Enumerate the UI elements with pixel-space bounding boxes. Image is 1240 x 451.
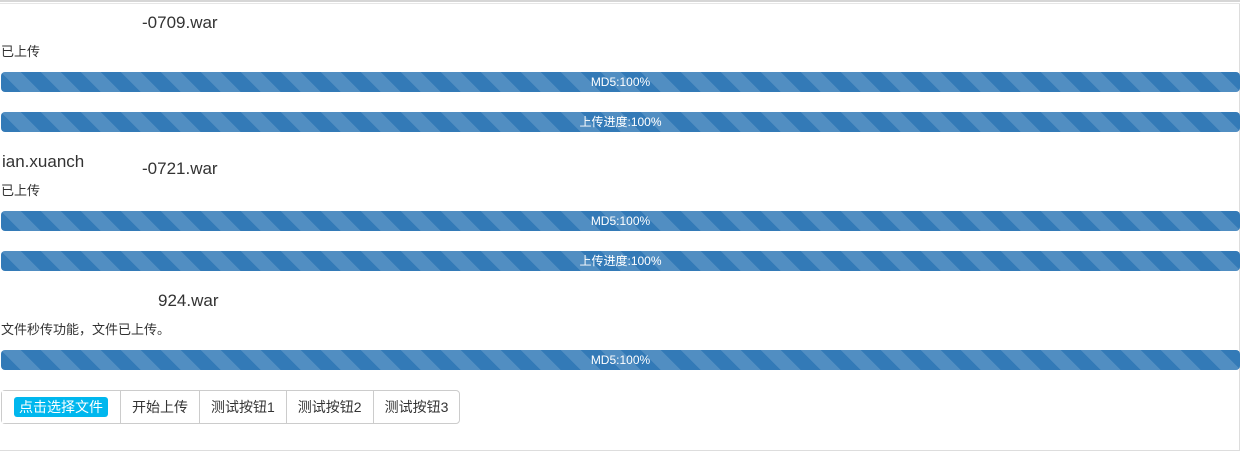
file-name-text: -0721.war (142, 159, 218, 178)
pick-file-label[interactable]: 点击选择文件 (14, 397, 108, 417)
upload-progress-label: 上传进度:100% (579, 254, 662, 268)
test-button-3[interactable]: 测试按钮3 (373, 391, 460, 423)
file-status: 已上传 (1, 44, 41, 59)
file-name: -0709.war (2, 11, 218, 35)
file-status: 已上传 (1, 183, 41, 198)
upload-progress-bar: 上传进度:100% (1, 251, 1240, 271)
upload-toolbar: 点击选择文件 开始上传 测试按钮1 测试按钮2 测试按钮3 (1, 390, 461, 424)
start-upload-button[interactable]: 开始上传 (121, 391, 200, 423)
md5-progress-bar: MD5:100% (1, 211, 1240, 231)
test-button-2[interactable]: 测试按钮2 (286, 391, 374, 423)
file-name: ian.xuanch -0721.war (2, 150, 218, 178)
md5-progress: MD5:100% (1, 72, 1240, 92)
upload-progress: 上传进度:100% (1, 251, 1240, 271)
upload-progress-label: 上传进度:100% (579, 115, 662, 129)
file-name-prefix: ian.xuanch (2, 152, 85, 171)
md5-progress-label: MD5:100% (590, 214, 651, 228)
md5-progress-bar: MD5:100% (1, 72, 1240, 92)
test-button-1[interactable]: 测试按钮1 (200, 391, 287, 423)
md5-progress: MD5:100% (1, 211, 1240, 231)
redacted-filename-prefix (2, 16, 142, 31)
file-status: 文件秒传功能，文件已上传。 (1, 322, 171, 337)
md5-progress-bar: MD5:100% (1, 350, 1240, 370)
md5-progress-label: MD5:100% (590, 75, 651, 89)
md5-progress-label: MD5:100% (590, 353, 651, 367)
file-name-text: -0709.war (142, 13, 218, 32)
pick-file-button[interactable]: 点击选择文件 (2, 391, 121, 423)
top-border (0, 0, 1240, 4)
upload-progress-bar: 上传进度:100% (1, 112, 1240, 132)
file-name: 924.war (2, 289, 218, 313)
file-name-text: 924.war (158, 291, 219, 310)
md5-progress: MD5:100% (1, 350, 1240, 370)
redacted-filename-prefix (2, 294, 158, 309)
upload-progress: 上传进度:100% (1, 112, 1240, 132)
